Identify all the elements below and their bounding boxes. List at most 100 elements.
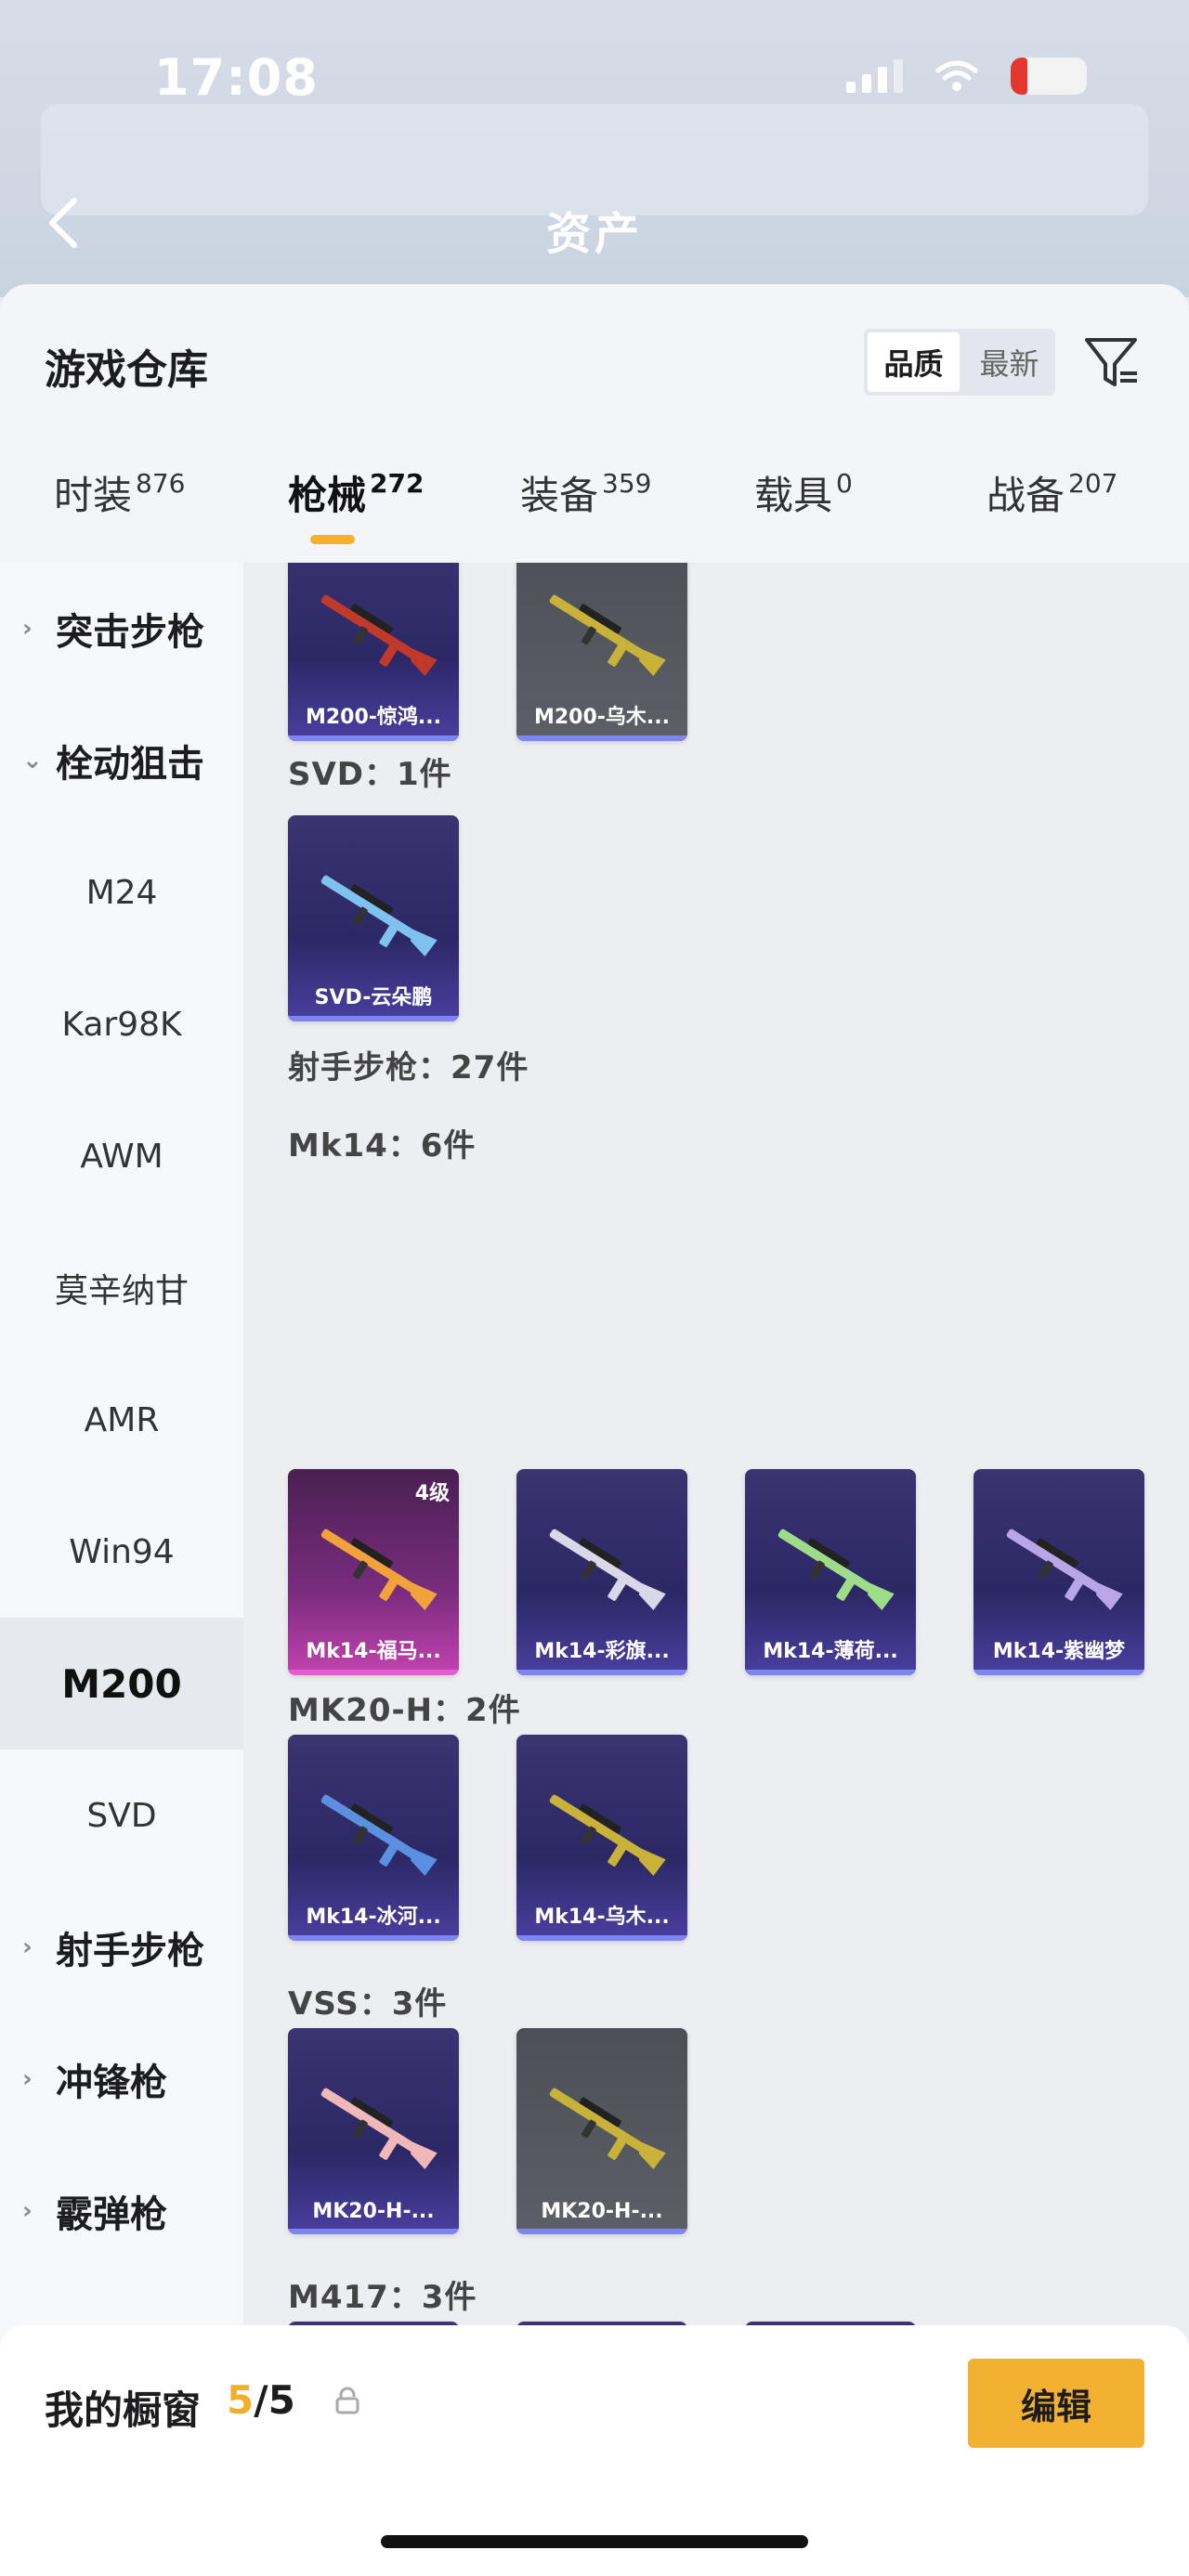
- section-mk14: Mk14：6件: [288, 1127, 477, 1164]
- signal-icon: [846, 59, 903, 93]
- tab-supplies[interactable]: 战备 207: [986, 464, 1117, 521]
- tab-count: 207: [1068, 468, 1118, 499]
- showcase-count: 5/5: [227, 2377, 295, 2423]
- tab-label: 战备: [986, 473, 1065, 518]
- tab-equipment[interactable]: 装备 359: [520, 464, 651, 521]
- rifle-icon: [320, 1794, 438, 1876]
- showcase-total: /5: [254, 2377, 295, 2423]
- weapon-name: Mk14-福马...: [306, 1640, 441, 1663]
- top-bar: 17:08 资产: [0, 0, 1189, 297]
- weapon-name: Mk14-紫幽梦: [992, 1640, 1126, 1663]
- nav-bolt-snipers[interactable]: ⌄ 栓动狙击: [0, 695, 243, 826]
- section-marksman: 射手步枪：27件: [288, 1049, 529, 1086]
- tab-vehicles[interactable]: 载具 0: [754, 464, 853, 521]
- tab-label: 装备: [520, 473, 599, 518]
- tab-label: 载具: [754, 473, 833, 518]
- sort-newest-button[interactable]: 最新: [963, 329, 1055, 396]
- weapon-card[interactable]: 4级 Mk14-福马...: [288, 1469, 459, 1675]
- rifle-icon: [1006, 1529, 1123, 1610]
- rifle-icon: [320, 594, 438, 676]
- nav-marksman-rifles[interactable]: › 射手步枪: [0, 1881, 243, 2013]
- weapon-name: Mk14-彩旗...: [534, 1640, 670, 1663]
- weapon-card[interactable]: MK20-H-...: [288, 2028, 459, 2234]
- nav-kar98k[interactable]: Kar98K: [0, 958, 243, 1090]
- tab-count: 359: [602, 468, 652, 499]
- tab-count: 0: [836, 468, 853, 499]
- weapon-name: M200-乌木...: [533, 706, 671, 729]
- rifle-icon: [320, 2088, 438, 2169]
- nav-svd[interactable]: SVD: [0, 1750, 243, 1881]
- sheet-header: 游戏仓库 品质 最新 时装 876 枪械 272 装备 359 载具 0 战备 207: [0, 284, 1189, 563]
- nav-m24[interactable]: M24: [0, 826, 243, 958]
- tab-count: 876: [136, 468, 186, 499]
- weapon-name: M200-惊鸿...: [305, 706, 442, 729]
- chevron-right-icon: ›: [22, 2197, 33, 2225]
- section-svd: SVD：1件: [288, 756, 452, 793]
- weapon-card[interactable]: Mk14-冰河...: [288, 1735, 459, 1941]
- sort-quality-button[interactable]: 品质: [868, 332, 960, 392]
- weapon-name: SVD-云朵鹏: [314, 986, 433, 1009]
- nav-win94[interactable]: Win94: [0, 1486, 243, 1618]
- tab-fashion[interactable]: 时装 876: [54, 464, 185, 521]
- weapon-grid: SVD：1件 射手步枪：27件 Mk14：6件 MK20-H：2件 VSS：3件…: [243, 563, 1189, 2576]
- nav-mosin[interactable]: 莫辛纳甘: [0, 1222, 243, 1354]
- tab-label: 时装: [54, 473, 133, 518]
- weapon-name: Mk14-乌木...: [534, 1906, 670, 1929]
- nav-shotguns[interactable]: › 霰弹枪: [0, 2145, 243, 2277]
- sort-toggle: 品质 最新: [864, 329, 1055, 396]
- level-badge: 4级: [414, 1482, 450, 1505]
- section-m417: M417：3件: [288, 2279, 477, 2316]
- rifle-icon: [549, 2088, 666, 2169]
- showcase-current: 5: [227, 2377, 255, 2423]
- weapon-card[interactable]: Mk14-彩旗...: [516, 1469, 687, 1675]
- tab-guns[interactable]: 枪械 272: [288, 464, 424, 521]
- weapon-name: Mk14-冰河...: [306, 1906, 441, 1929]
- nav-m200[interactable]: M200: [0, 1618, 243, 1750]
- warehouse-title: 游戏仓库: [45, 346, 208, 394]
- nav-awm[interactable]: AWM: [0, 1090, 243, 1222]
- category-tabs: 时装 876 枪械 272 装备 359 载具 0 战备 207: [0, 464, 1189, 563]
- tab-count: 272: [370, 468, 425, 499]
- nav-label: 冲锋枪: [56, 2062, 167, 2104]
- weapon-name: MK20-H-...: [541, 2200, 663, 2223]
- weapon-name: Mk14-薄荷...: [763, 1640, 898, 1663]
- weapon-category-nav: › 突击步枪 ⌄ 栓动狙击 M24 Kar98K AWM 莫辛纳甘 AMR Win9…: [0, 563, 243, 2576]
- weapon-card[interactable]: M200-乌木...: [516, 563, 687, 741]
- chevron-right-icon: ›: [22, 615, 33, 643]
- status-time: 17:08: [154, 48, 319, 107]
- chevron-right-icon: ›: [22, 1933, 33, 1961]
- warehouse-sheet: 游戏仓库 品质 最新 时装 876 枪械 272 装备 359 载具 0 战备 207 ›…: [0, 284, 1189, 2576]
- edit-button[interactable]: 编辑: [968, 2359, 1144, 2448]
- active-tab-indicator: [310, 535, 355, 544]
- nav-amr[interactable]: AMR: [0, 1354, 243, 1486]
- chevron-right-icon: ›: [22, 2065, 33, 2093]
- weapon-card[interactable]: SVD-云朵鹏: [288, 815, 459, 1021]
- nav-assault-rifles[interactable]: › 突击步枪: [0, 563, 243, 695]
- rifle-icon: [549, 1529, 666, 1610]
- rifle-icon: [549, 594, 666, 676]
- battery-icon: [1011, 58, 1087, 95]
- rifle-icon: [320, 875, 438, 956]
- chevron-down-icon: ⌄: [22, 747, 43, 774]
- rifle-icon: [549, 1794, 666, 1876]
- nav-label: 射手步枪: [56, 1930, 204, 1972]
- weapon-card[interactable]: Mk14-乌木...: [516, 1735, 687, 1941]
- wifi-icon: [934, 59, 979, 93]
- home-indicator: [381, 2535, 808, 2548]
- rifle-icon: [777, 1529, 895, 1610]
- nav-smgs[interactable]: › 冲锋枪: [0, 2013, 243, 2145]
- weapon-name: MK20-H-...: [312, 2200, 435, 2223]
- nav-label: 栓动狙击: [56, 743, 204, 786]
- page-title: 资产: [545, 208, 643, 260]
- section-mk20h: MK20-H：2件: [288, 1692, 521, 1729]
- weapon-card[interactable]: Mk14-紫幽梦: [973, 1469, 1144, 1675]
- weapon-card[interactable]: MK20-H-...: [516, 2028, 687, 2234]
- section-vss: VSS：3件: [288, 1985, 448, 2023]
- filter-icon[interactable]: [1081, 332, 1141, 392]
- lock-icon: [335, 2387, 359, 2414]
- rifle-icon: [320, 1529, 438, 1610]
- weapon-card[interactable]: M200-惊鸿...: [288, 563, 459, 741]
- nav-label: 突击步枪: [56, 611, 204, 654]
- weapon-card[interactable]: Mk14-薄荷...: [745, 1469, 916, 1675]
- showcase-label: 我的橱窗: [45, 2387, 202, 2433]
